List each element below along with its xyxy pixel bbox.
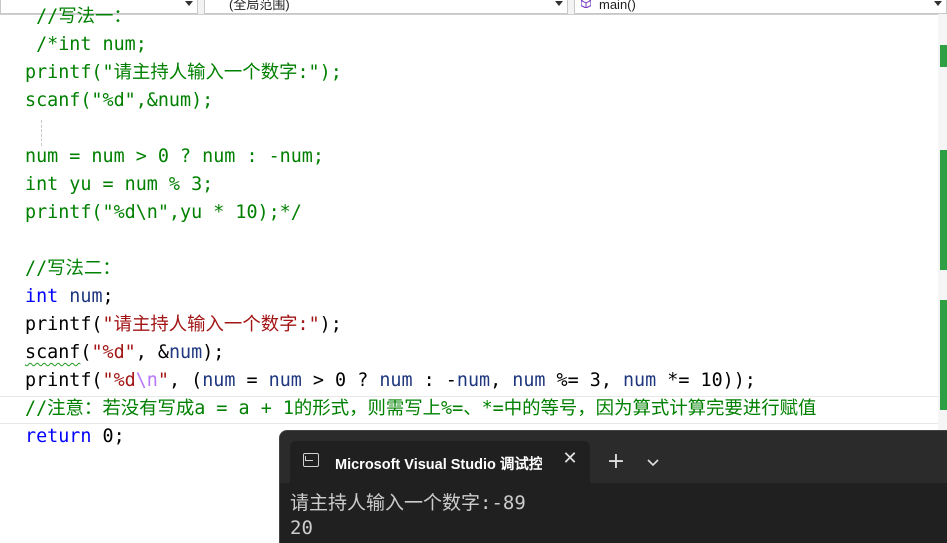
code-token: > 0 ? bbox=[301, 370, 380, 391]
code-token: ); bbox=[319, 314, 342, 335]
code-token: num bbox=[622, 370, 657, 391]
code-token: num bbox=[202, 370, 236, 391]
code-token: printf("%d\n",yu * 10);*/ bbox=[25, 202, 302, 223]
code-line[interactable]: num = num > 0 ? num : -num; bbox=[25, 143, 324, 171]
chevron-down-icon[interactable] bbox=[645, 455, 661, 471]
code-token: "%d bbox=[102, 370, 136, 391]
scope-dropdown-value: (全局范围) bbox=[229, 0, 290, 12]
code-token: 0; bbox=[91, 426, 125, 447]
code-token: , bbox=[490, 370, 513, 391]
code-line[interactable]: /*int num; bbox=[25, 31, 147, 59]
code-token: = bbox=[235, 370, 269, 391]
change-marker bbox=[940, 45, 947, 67]
code-token: ; bbox=[102, 286, 114, 307]
code-token: "请主持人输入一个数字:" bbox=[102, 314, 320, 335]
code-line[interactable]: scanf("%d", &num); bbox=[25, 339, 224, 367]
code-token: scanf bbox=[25, 342, 81, 363]
code-token: %= 3, bbox=[545, 370, 623, 391]
code-line[interactable]: int num; bbox=[25, 283, 114, 311]
code-token: num bbox=[69, 286, 103, 307]
change-marker bbox=[940, 150, 947, 270]
chevron-down-icon bbox=[934, 1, 942, 6]
debug-console-window[interactable]: Microsoft Visual Studio 调试控制台 ✕ + 请主持人输入… bbox=[279, 430, 947, 543]
function-dropdown-value: main() bbox=[599, 0, 636, 12]
code-token: ); bbox=[202, 342, 225, 363]
code-line[interactable]: printf("请主持人输入一个数字:"); bbox=[25, 59, 342, 87]
code-token: , ( bbox=[168, 370, 203, 391]
chevron-down-icon bbox=[555, 1, 563, 6]
code-token: " bbox=[157, 370, 169, 391]
code-token: scanf("%d",&num); bbox=[25, 90, 214, 111]
code-token: int bbox=[25, 286, 59, 307]
code-token: , & bbox=[135, 342, 169, 363]
code-line[interactable]: printf("请主持人输入一个数字:"); bbox=[25, 311, 342, 339]
code-token: //写法一： bbox=[25, 6, 132, 27]
function-dropdown[interactable]: main() bbox=[574, 0, 947, 14]
console-output-line: 20 bbox=[290, 517, 313, 539]
code-token: num bbox=[268, 370, 302, 391]
code-token: num bbox=[512, 370, 546, 391]
code-token: : - bbox=[412, 370, 457, 391]
code-line[interactable]: printf("%d\n", (num = num > 0 ? num : -n… bbox=[25, 367, 756, 395]
code-line[interactable]: //写法一： bbox=[25, 3, 132, 31]
code-token: num bbox=[456, 370, 491, 391]
editor-navigation-bar: (全局范围) main() bbox=[0, 0, 947, 15]
terminal-tab-bar: Microsoft Visual Studio 调试控制台 ✕ + bbox=[280, 431, 947, 483]
change-marker bbox=[940, 300, 947, 410]
code-token: printf( bbox=[25, 314, 103, 335]
chevron-down-icon bbox=[185, 1, 193, 6]
code-token: printf( bbox=[25, 370, 103, 391]
code-token: /*int num; bbox=[25, 34, 147, 55]
new-tab-button[interactable]: + bbox=[605, 451, 627, 473]
code-line[interactable]: //写法二： bbox=[25, 255, 121, 283]
code-token: \n bbox=[135, 370, 158, 391]
code-line[interactable]: return 0; bbox=[25, 423, 125, 451]
code-line[interactable]: int yu = num % 3; bbox=[25, 171, 213, 199]
code-token: return bbox=[25, 426, 92, 447]
code-token: ( bbox=[80, 342, 92, 363]
code-token: num bbox=[379, 370, 413, 391]
code-token: "%d" bbox=[91, 342, 136, 363]
terminal-tab-title: Microsoft Visual Studio 调试控制台 bbox=[335, 457, 542, 473]
code-token: num bbox=[168, 342, 203, 363]
method-cube-icon bbox=[581, 0, 591, 8]
console-icon bbox=[303, 453, 319, 467]
scope-dropdown[interactable]: (全局范围) bbox=[204, 0, 568, 14]
code-line[interactable]: scanf("%d",&num); bbox=[25, 87, 213, 115]
console-output-line: 请主持人输入一个数字:-89 bbox=[290, 492, 526, 514]
code-token: printf("请主持人输入一个数字:"); bbox=[25, 62, 342, 83]
code-line[interactable]: //注意：若没有写成a = a + 1的形式，则需写上%=、*=中的等号，因为算… bbox=[25, 395, 816, 423]
code-token: num = num > 0 ? num : -num; bbox=[25, 146, 324, 167]
code-line[interactable]: printf("%d\n",yu * 10);*/ bbox=[25, 199, 302, 227]
code-token: *= 10)); bbox=[656, 370, 756, 391]
code-token: //写法二： bbox=[25, 258, 121, 279]
code-token: //注意：若没有写成a = a + 1的形式，则需写上%=、*=中的等号，因为算… bbox=[25, 398, 817, 419]
terminal-tab[interactable]: Microsoft Visual Studio 调试控制台 ✕ bbox=[290, 441, 590, 483]
code-token: int yu = num % 3; bbox=[25, 174, 214, 195]
close-icon[interactable]: ✕ bbox=[560, 449, 580, 469]
